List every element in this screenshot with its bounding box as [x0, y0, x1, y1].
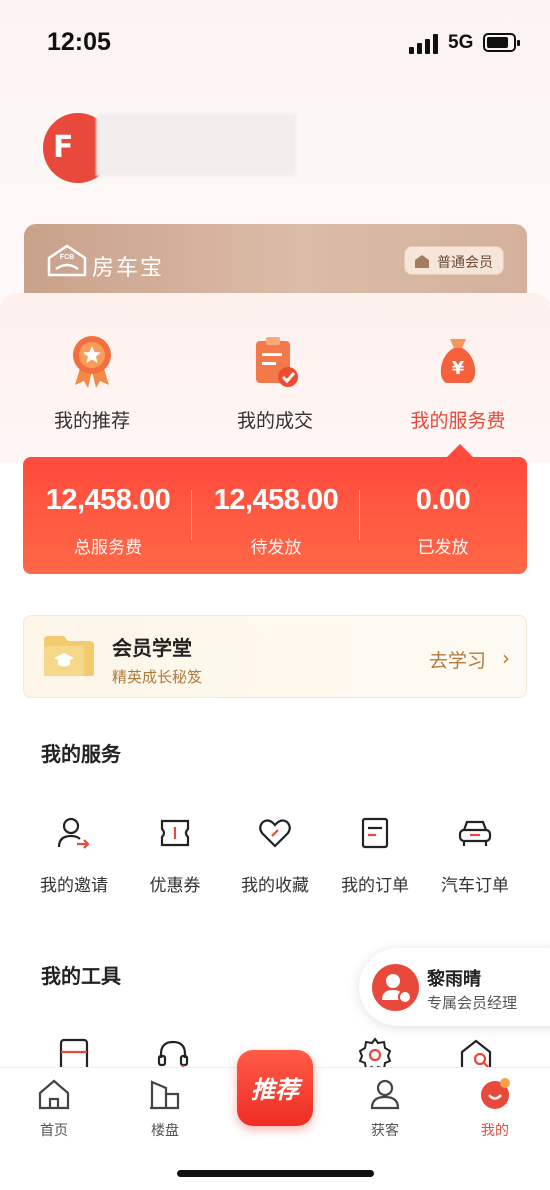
tab-label: 我的推荐 — [53, 410, 130, 432]
battery-icon — [483, 33, 520, 52]
manager-role: 专属会员经理 — [427, 994, 518, 1012]
status-time: 12:05 — [47, 28, 111, 56]
tab-my-service-fee[interactable]: ¥ 我的服务费 — [398, 333, 518, 433]
heart-icon — [259, 819, 291, 848]
fcb-logo-icon: FCB — [47, 244, 87, 277]
member-level-label: 普通会员 — [437, 255, 493, 271]
clipboard-check-icon — [256, 337, 298, 387]
service-coupon[interactable]: 优惠券 — [125, 815, 225, 896]
brand-name: 房车宝 — [92, 256, 165, 281]
service-label: 优惠券 — [149, 876, 201, 896]
school-title: 会员学堂 — [112, 636, 192, 660]
me-icon — [481, 1078, 510, 1109]
member-level-icon — [415, 255, 429, 268]
service-my-invite[interactable]: 我的邀请 — [24, 815, 124, 896]
fee-label: 已发放 — [417, 538, 469, 558]
service-favorites[interactable]: 我的收藏 — [225, 815, 325, 896]
service-car-orders[interactable]: 汽车订单 — [425, 815, 525, 896]
tabbar-recommend-label: 推荐 — [251, 1076, 299, 1104]
fee-label: 总服务费 — [74, 538, 142, 558]
service-label: 我的订单 — [341, 876, 409, 896]
fee-pending[interactable]: 12,458.00 待发放 — [192, 484, 360, 558]
svg-text:FCB: FCB — [60, 254, 74, 261]
fee-paid[interactable]: 0.00 已发放 — [359, 484, 527, 558]
order-icon — [361, 817, 389, 849]
active-tab-pointer — [446, 444, 474, 458]
tabbar-label: 我的 — [481, 1123, 509, 1139]
manager-avatar — [372, 964, 419, 1011]
tabbar-recommend-button[interactable]: 推荐 — [237, 1050, 313, 1126]
car-icon — [458, 820, 492, 846]
service-orders[interactable]: 我的订单 — [325, 815, 425, 896]
building-icon — [150, 1080, 180, 1110]
manager-name: 黎雨晴 — [427, 969, 481, 990]
tabbar-label: 楼盘 — [151, 1123, 179, 1139]
invite-user-icon — [57, 817, 90, 849]
fee-total[interactable]: 12,458.00 总服务费 — [24, 484, 192, 558]
fee-value: 0.00 — [415, 484, 471, 516]
tabbar-home[interactable]: 首页 — [19, 1078, 89, 1140]
home-indicator — [177, 1170, 374, 1177]
signal-icon — [409, 34, 441, 54]
money-bag-icon: ¥ — [440, 339, 476, 383]
tools-title: 我的工具 — [41, 964, 121, 988]
go-learn-link[interactable]: 去学习 — [429, 646, 486, 673]
home-icon — [38, 1079, 70, 1110]
member-school-banner[interactable]: 会员学堂 精英成长秘笈 去学习 › — [23, 615, 527, 698]
tab-label: 我的成交 — [236, 410, 313, 432]
member-manager-card[interactable]: 黎雨晴 专属会员经理 — [359, 948, 550, 1026]
fee-value: 12,458.00 — [45, 484, 171, 516]
status-bar: 12:05 5G — [0, 0, 550, 88]
fee-label: 待发放 — [250, 538, 302, 558]
tabbar-customers[interactable]: 获客 — [350, 1078, 420, 1140]
tabbar-label: 获客 — [371, 1123, 399, 1139]
svg-text:¥: ¥ — [452, 358, 465, 379]
tabbar-label: 首页 — [40, 1123, 68, 1139]
user-name-redacted — [96, 114, 296, 176]
medal-icon — [73, 336, 111, 388]
service-label: 我的邀请 — [40, 876, 108, 896]
service-label: 汽车订单 — [441, 876, 509, 896]
fee-value: 12,458.00 — [213, 484, 339, 516]
service-label: 我的收藏 — [241, 876, 309, 896]
services-title: 我的服务 — [41, 742, 121, 766]
coupon-icon — [160, 819, 190, 847]
tab-label: 我的服务费 — [410, 410, 506, 432]
member-level-badge[interactable]: 普通会员 — [404, 246, 504, 275]
chevron-right-icon: › — [502, 646, 510, 670]
tab-my-recommend[interactable]: 我的推荐 — [32, 333, 152, 433]
manager-person-icon — [382, 974, 412, 1004]
tab-my-deals[interactable]: 我的成交 — [215, 333, 335, 433]
school-subtitle: 精英成长秘笈 — [112, 668, 203, 686]
network-type: 5G — [448, 32, 474, 53]
graduation-cap-icon — [44, 636, 94, 676]
customer-icon — [370, 1079, 400, 1110]
tabbar-me[interactable]: 我的 — [460, 1078, 530, 1140]
tabbar-buildings[interactable]: 楼盘 — [130, 1078, 200, 1140]
